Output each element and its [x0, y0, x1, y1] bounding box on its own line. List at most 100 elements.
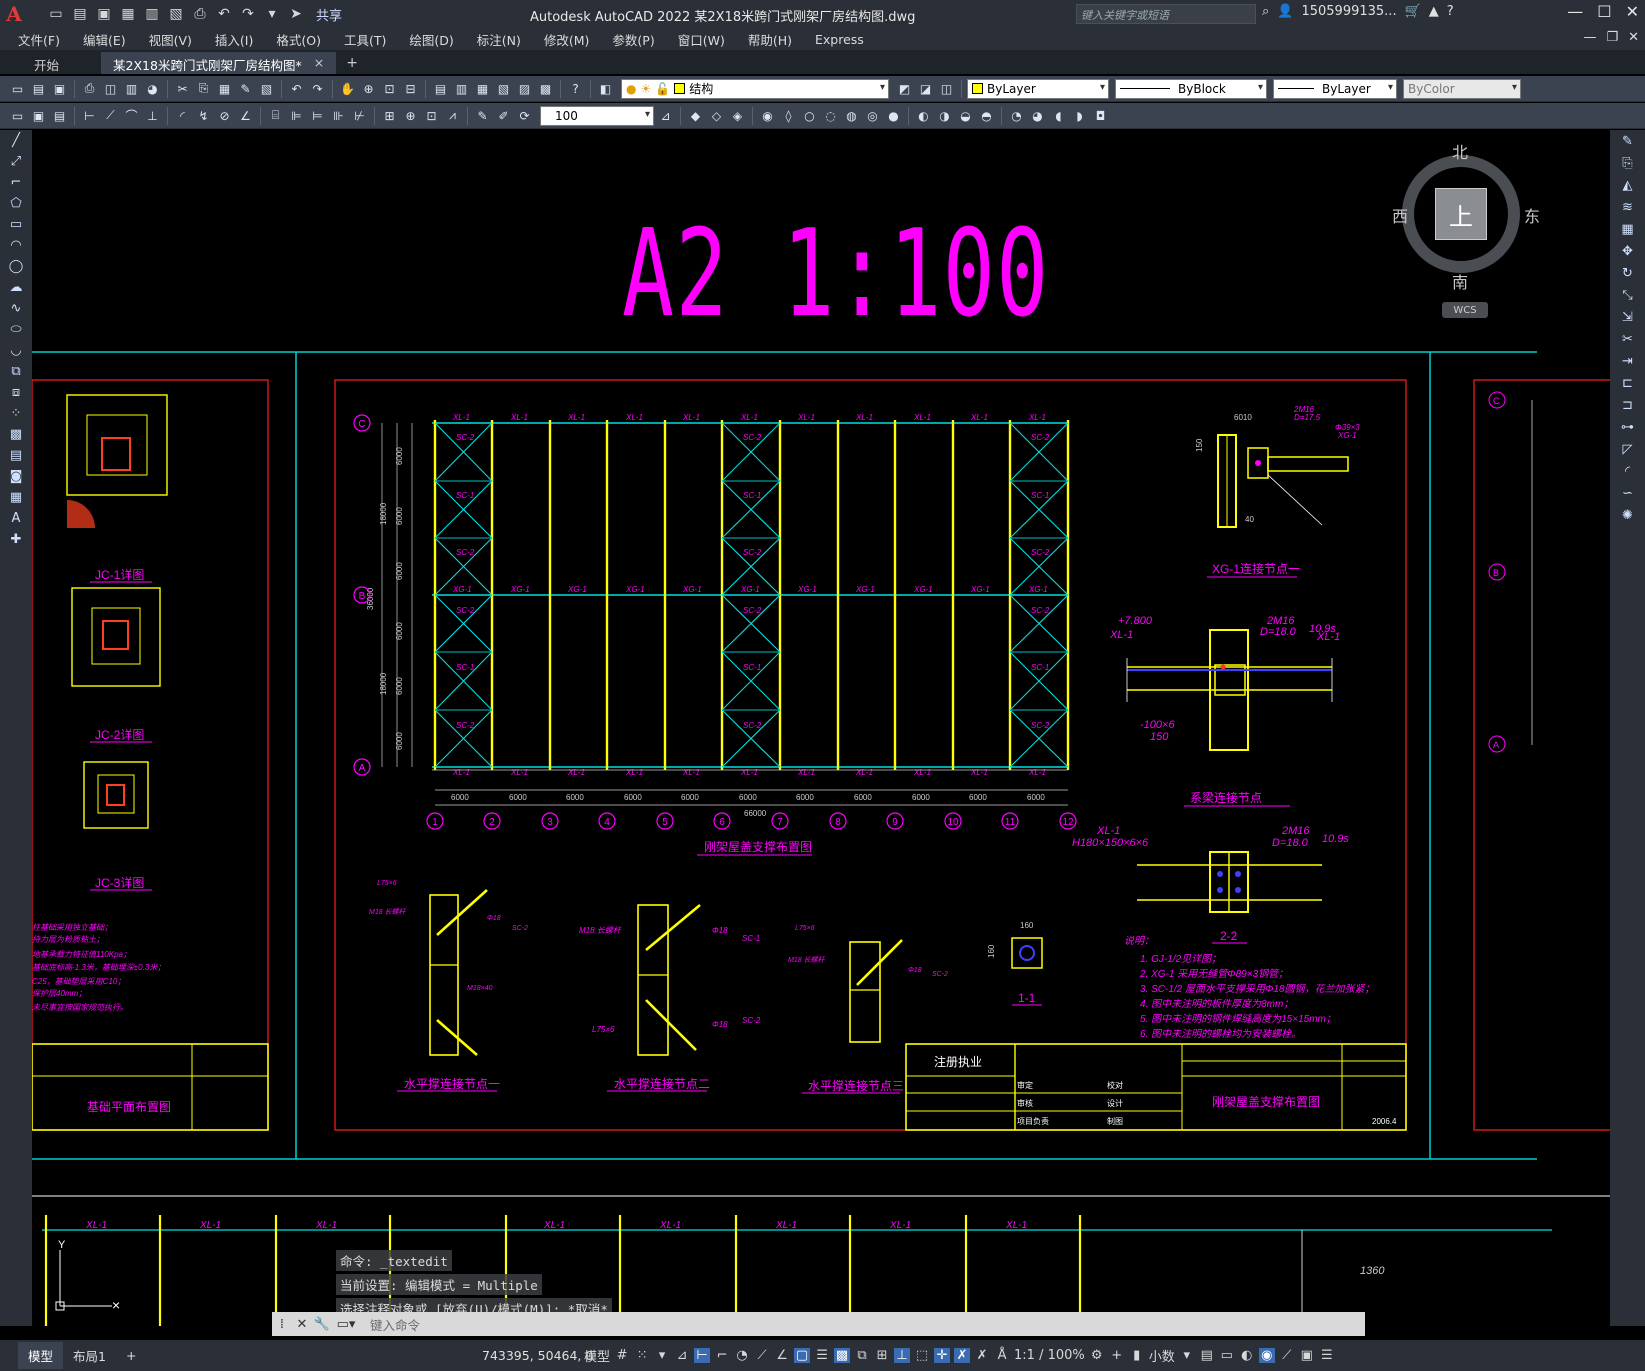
zoom-window-icon[interactable]: ⊡ [380, 79, 399, 99]
modify-icon-2[interactable]: ◇ [707, 106, 726, 126]
modify-icon-18[interactable]: ◗ [1070, 106, 1089, 126]
linear-dim-icon[interactable]: ⊢ [80, 106, 99, 126]
blend-icon[interactable]: ∽ [1610, 482, 1645, 504]
move-icon[interactable]: ✥ [1610, 240, 1645, 262]
line-icon[interactable]: ╱ [0, 130, 32, 151]
arc-icon[interactable]: ◠ [0, 235, 32, 256]
gizmo-icon[interactable]: ✛ [934, 1348, 951, 1363]
ellipse-arc-icon[interactable]: ◡ [0, 340, 32, 361]
zoom-realtime-icon[interactable]: ⊕ [359, 79, 378, 99]
web-mobile-icon[interactable]: ▧ [166, 4, 186, 24]
join-icon[interactable]: ⊶ [1610, 416, 1645, 438]
infer-constraints-icon[interactable]: ⊿ [674, 1348, 690, 1363]
annotation-monitor-icon[interactable]: + [1109, 1348, 1125, 1363]
modify-icon-3[interactable]: ◈ [728, 106, 747, 126]
user-name[interactable]: 1505999135... [1301, 4, 1396, 19]
minimize-icon[interactable]: — [1567, 2, 1583, 21]
modify-icon-12[interactable]: ◑ [935, 106, 954, 126]
modify-icon-4[interactable]: ◉ [758, 106, 777, 126]
object-snap-icon[interactable]: ▢ [794, 1348, 811, 1363]
snap-icon[interactable]: ⁙ [634, 1348, 650, 1363]
paste-icon[interactable]: ▦ [215, 79, 234, 99]
mtext-icon[interactable]: A [0, 508, 32, 529]
compass-south[interactable]: 南 [1452, 269, 1468, 293]
dim-text-edit-icon[interactable]: ✐ [494, 106, 513, 126]
maximize-icon[interactable]: ☐ [1597, 2, 1611, 21]
undo-icon[interactable]: ↶ [287, 79, 306, 99]
radius-dim-icon[interactable]: ◜ [173, 106, 192, 126]
plotstyle-dropdown[interactable]: ByColor ▾ [1403, 78, 1521, 99]
doc-close-icon[interactable]: ✕ [1628, 30, 1639, 45]
break-at-point-icon[interactable]: ⊏ [1610, 372, 1645, 394]
model-space-button[interactable]: 模型 [584, 1346, 610, 1365]
3d-print-icon[interactable]: ◕ [143, 79, 162, 99]
annotation-visibility-icon[interactable]: ✗ [954, 1348, 971, 1363]
fillet-icon[interactable]: ◜ [1610, 460, 1645, 482]
quick-properties-icon[interactable]: ▮ [1129, 1348, 1145, 1363]
polyline-icon[interactable]: ⌐ [0, 172, 32, 193]
undo-icon[interactable]: ↶ [214, 4, 234, 24]
chevron-down-icon[interactable]: ▾ [654, 1348, 670, 1363]
properties-icon[interactable]: ▤ [431, 79, 450, 99]
open-file-icon[interactable]: ▤ [70, 4, 90, 24]
redo-icon[interactable]: ↷ [308, 79, 327, 99]
chamfer-icon[interactable]: ◸ [1610, 438, 1645, 460]
scale-icon[interactable]: ⤡ [1610, 284, 1645, 306]
isodraft-icon[interactable]: ⟋ [754, 1348, 770, 1363]
annotation-scale-value[interactable]: 1:1 / 100% [1014, 1348, 1085, 1363]
user-icon[interactable]: 👤 [1277, 4, 1293, 19]
autocad-logo-icon[interactable]: A [0, 0, 28, 28]
drawing-canvas[interactable]: XL-1 XL-1 XL-1 XL-1 XL-1 XL-1 XL-1 XL-1 XL-1 X… [32, 130, 1610, 1326]
arc-length-icon[interactable]: ⌒ [122, 106, 141, 126]
center-mark-icon[interactable]: ⊕ [401, 106, 420, 126]
trim-icon[interactable]: ✂ [1610, 328, 1645, 350]
menu-express[interactable]: Express [815, 32, 864, 47]
break-icon[interactable]: ⊐ [1610, 394, 1645, 416]
dynamic-input-icon[interactable]: ⊢ [694, 1348, 711, 1363]
offset-icon[interactable]: ≋ [1610, 196, 1645, 218]
3d-osnap-icon[interactable]: ⊞ [874, 1348, 890, 1363]
layer-state-icon[interactable]: ◫ [937, 79, 956, 99]
modify-icon-14[interactable]: ◓ [977, 106, 996, 126]
modify-icon-15[interactable]: ◔ [1007, 106, 1026, 126]
tab-start[interactable]: 开始 [22, 52, 71, 74]
plot-icon[interactable]: ⎙ [190, 4, 210, 24]
command-customize-icon[interactable]: 🔧 [312, 1317, 332, 1332]
menu-help[interactable]: 帮助(H) [748, 30, 792, 49]
hatch-icon[interactable]: ▩ [0, 424, 32, 445]
continue-dim-icon[interactable]: ⊨ [308, 106, 327, 126]
add-layout-button[interactable]: + [116, 1344, 146, 1367]
new-file-icon[interactable]: ▭ [46, 4, 66, 24]
coordinates-readout[interactable]: 743395, 50464, 0 [482, 1348, 593, 1363]
new-icon[interactable]: ▭ [8, 79, 27, 99]
color-dropdown[interactable]: ByLayer ▾ [967, 78, 1109, 99]
modify-icon-9[interactable]: ◎ [863, 106, 882, 126]
doc-minimize-icon[interactable]: — [1583, 30, 1596, 45]
menu-parametric[interactable]: 参数(P) [612, 30, 654, 49]
tab-layout1[interactable]: 布局1 [63, 1342, 116, 1369]
menu-edit[interactable]: 编辑(E) [83, 30, 126, 49]
wcs-menu[interactable]: WCS [1442, 302, 1488, 318]
match-properties-icon[interactable]: ✎ [236, 79, 255, 99]
menu-tools[interactable]: 工具(T) [344, 30, 386, 49]
polar-tracking-icon[interactable]: ◔ [734, 1348, 750, 1363]
dim-edit-icon[interactable]: ✎ [473, 106, 492, 126]
qsave-icon[interactable]: ▣ [29, 106, 48, 126]
share-icon[interactable]: ➤ [286, 4, 306, 24]
modify-icon-1[interactable]: ◆ [686, 106, 705, 126]
doc-restore-icon[interactable]: ❐ [1606, 30, 1618, 45]
spline-icon[interactable]: ∿ [0, 298, 32, 319]
search-icon[interactable]: ⌕ [1262, 4, 1269, 19]
layer-dropdown[interactable]: ● ☀ 🔓 结构 ▾ [621, 78, 889, 99]
compass-north[interactable]: 北 [1452, 139, 1468, 163]
transparency-icon[interactable]: ▩ [834, 1348, 851, 1363]
construction-line-icon[interactable]: ⤢ [0, 151, 32, 172]
publish-icon[interactable]: ▥ [142, 4, 162, 24]
qnew-icon[interactable]: ▭ [8, 106, 27, 126]
ordinate-dim-icon[interactable]: ⊥ [143, 106, 162, 126]
array-icon[interactable]: ▦ [1610, 218, 1645, 240]
isolate-objects-icon[interactable]: ◐ [1239, 1348, 1255, 1363]
lineweight-icon[interactable]: ☰ [814, 1348, 830, 1363]
ortho-icon[interactable]: ⌐ [714, 1348, 730, 1363]
modify-icon-7[interactable]: ◌ [821, 106, 840, 126]
